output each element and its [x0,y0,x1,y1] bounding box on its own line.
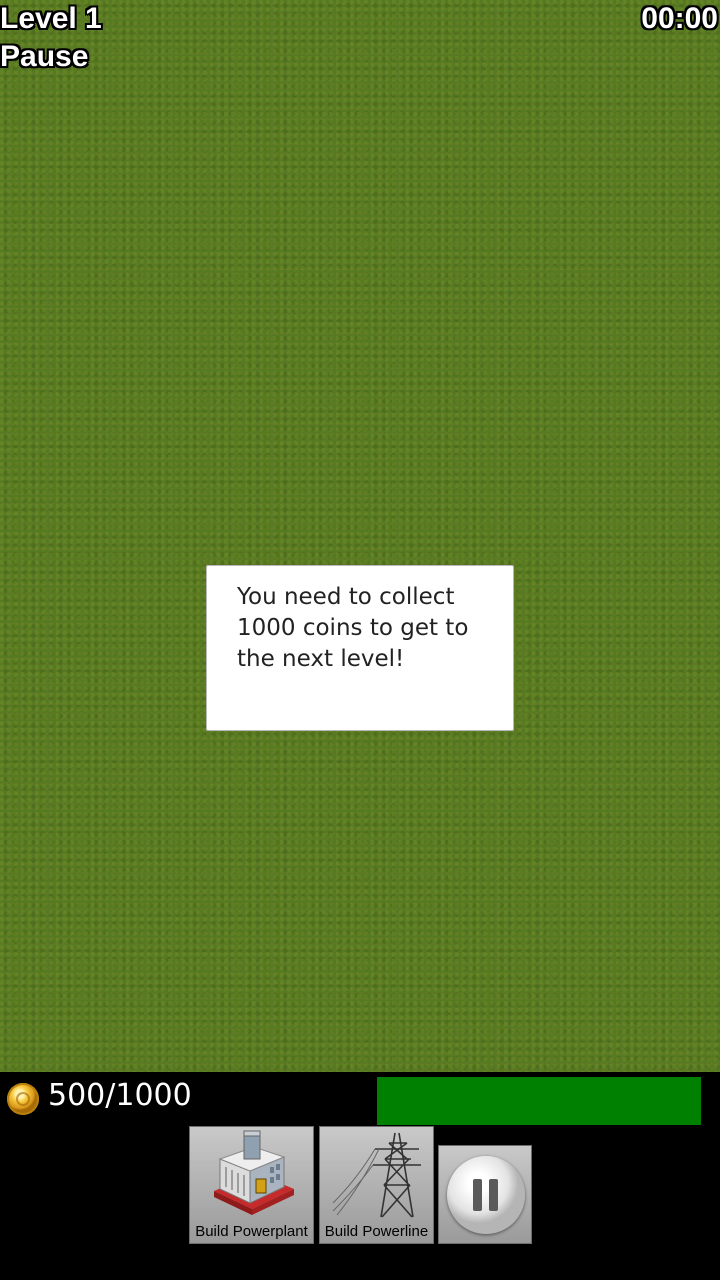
powerplant-icon [213,1130,294,1215]
info-dialog[interactable]: You need to collect 1000 coins to get to… [206,565,514,731]
pause-label[interactable]: Pause [0,39,88,75]
pause-button[interactable] [438,1145,532,1244]
game-screen: Level 1 Pause 00:00 You need to collect … [0,0,720,1280]
timer-label: 00:00 [641,2,718,35]
powerline-tower-icon [332,1132,421,1218]
grass-field[interactable] [0,0,720,1072]
pause-icon [447,1156,525,1234]
build-powerplant-button[interactable]: Build Powerplant [189,1126,314,1244]
coins-progress-fill [377,1077,701,1125]
bottom-bar: 500/1000 Build Powerplant Build Powerlin… [0,1072,720,1280]
build-powerplant-label: Build Powerplant [195,1223,308,1240]
dialog-message: You need to collect 1000 coins to get to… [237,584,469,672]
coins-counter: 500/1000 [48,1078,192,1113]
coins-progress-bar [377,1077,701,1125]
coin-icon [7,1083,39,1115]
build-powerline-label: Build Powerline [324,1223,429,1240]
build-powerline-button[interactable]: Build Powerline [319,1126,434,1244]
level-label: Level 1 [0,2,102,35]
